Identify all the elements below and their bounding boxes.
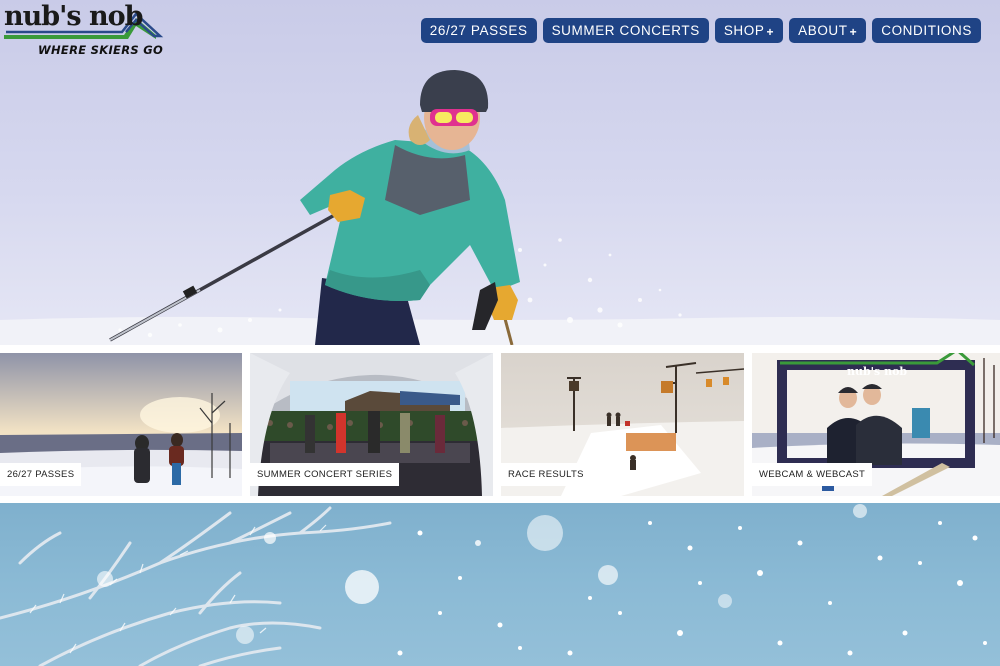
nav-passes-button[interactable]: 26/27 PASSES	[420, 18, 537, 43]
tile-race-results[interactable]: RACE RESULTS	[501, 353, 744, 496]
tile-passes[interactable]: 26/27 PASSES	[0, 353, 242, 496]
nav-about-button[interactable]: ABOUT +	[789, 18, 867, 43]
snowfall-image	[0, 504, 987, 666]
logo[interactable]: nub's nob WHERE SKIERS GO	[4, 2, 164, 62]
tile-summer-concert-series[interactable]: SUMMER CONCERT SERIES	[250, 353, 493, 496]
nav-summer-concerts-button[interactable]: SUMMER CONCERTS	[542, 18, 709, 43]
tile-webcam-webcast[interactable]: nub's nob WEBCAM & WEBCAST	[752, 353, 1000, 496]
nav-shop-button[interactable]: SHOP +	[714, 18, 784, 43]
nav-about-label: ABOUT	[798, 23, 848, 38]
tile-concert-label: SUMMER CONCERT SERIES	[250, 463, 400, 486]
logo-tagline: WHERE SKIERS GO	[38, 43, 164, 57]
plus-icon: +	[849, 24, 858, 39]
main-nav: 26/27 PASSES SUMMER CONCERTS SHOP + ABOU…	[420, 18, 981, 43]
nav-conditions-button[interactable]: CONDITIONS	[872, 18, 981, 43]
snowfall-banner	[0, 503, 1000, 666]
feature-tiles: 26/27 PASSES SUMMER CONCERT SERIES RACE …	[0, 353, 1000, 496]
tile-webcam-label: WEBCAM & WEBCAST	[752, 463, 873, 486]
plus-icon: +	[766, 24, 775, 39]
tile-passes-label: 26/27 PASSES	[0, 463, 82, 486]
nav-summer-concerts-label: SUMMER CONCERTS	[551, 23, 700, 38]
nav-passes-label: 26/27 PASSES	[429, 23, 528, 38]
tile-race-label: RACE RESULTS	[501, 463, 591, 486]
hero-banner: nub's nob WHERE SKIERS GO 26/27 PASSES S…	[0, 0, 1000, 345]
nav-shop-label: SHOP	[723, 23, 765, 38]
frosted-branches	[0, 506, 392, 666]
logo-wordmark: nub's nob	[4, 1, 144, 32]
nav-conditions-label: CONDITIONS	[881, 23, 972, 38]
webcam-frame-text: nub's nob	[847, 365, 907, 378]
